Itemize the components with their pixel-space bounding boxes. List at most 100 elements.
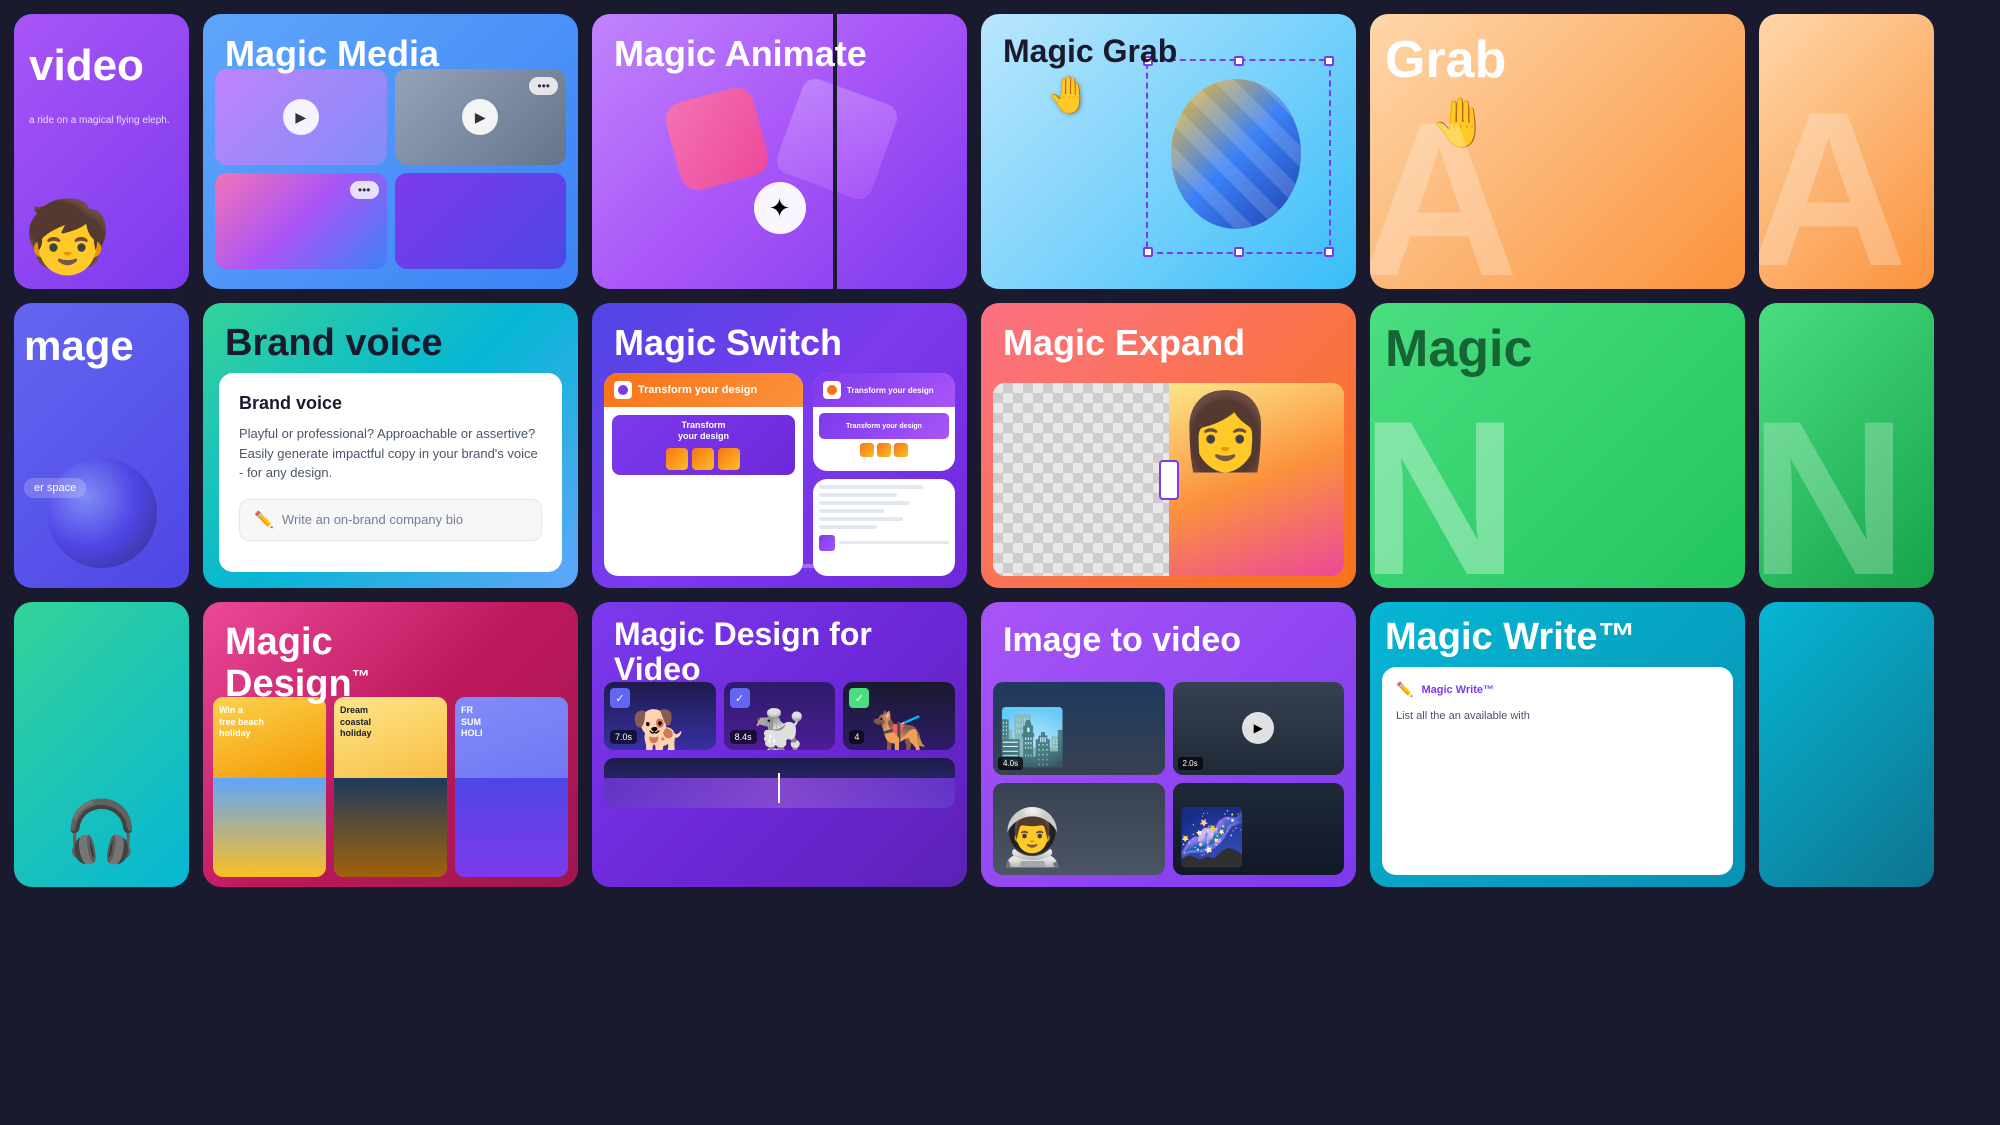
selection-box — [1146, 59, 1331, 254]
card-magic-design[interactable]: MagicDesign™ Win a free beach holiday Dr… — [203, 602, 578, 887]
brand-voice-content: Brand voice Playful or professional? App… — [219, 373, 562, 572]
video-partial-title: video — [29, 44, 144, 88]
itv-thumb-space: 🌌 — [1173, 783, 1345, 876]
grab-big-letter: A — [1370, 89, 1519, 289]
switch-panel-1-header: Transform your design — [604, 373, 803, 407]
itv-thumb-play: ▶ 2.0s — [1173, 682, 1345, 775]
itv-thumb-city: 🏙️ 4.0s — [993, 682, 1165, 775]
video-partial-subtitle: a ride on a magical flying eleph. — [29, 114, 179, 128]
switch-panel-1-body: Transformyour design — [604, 407, 803, 576]
expand-right: 👩 — [1169, 383, 1345, 576]
card-magic-expand[interactable]: Magic Expand 👩 — [981, 303, 1356, 588]
image-badge: er space — [24, 478, 86, 498]
magic-grab-title: Magic Grab — [1003, 34, 1177, 69]
switch-panel-1: Transform your design Transformyour desi… — [604, 373, 803, 576]
card-magic-animate[interactable]: Magic Animate ✦ — [592, 14, 967, 289]
animate-shape-1 — [662, 84, 772, 194]
card-magic-grab[interactable]: Magic Grab 🤚 — [981, 14, 1356, 289]
switch-panel-2-body: Transform your design — [813, 407, 955, 463]
card-image-partial[interactable]: mage er space — [14, 303, 189, 588]
magic-design-title: MagicDesign™ — [225, 622, 370, 706]
dv-timer-2: 8.4s — [730, 730, 757, 744]
magic-right2-letter: N — [1370, 388, 1519, 588]
dog-figure-1: 🐕 — [632, 707, 688, 750]
switch-preview-1: Transformyour design — [612, 415, 795, 475]
write-body-text: List all the an available with — [1396, 708, 1719, 725]
play-btn-1[interactable]: ▶ — [283, 99, 319, 135]
beach-img — [213, 778, 326, 877]
card-row2-col6: N — [1759, 303, 1934, 588]
card-row3-col6 — [1759, 602, 1934, 887]
switch-preview-text-1: Transformyour design — [666, 420, 740, 470]
card-video-partial[interactable]: video a ride on a magical flying eleph. … — [14, 14, 189, 289]
switch-panel-3 — [813, 479, 955, 577]
more-btn-1[interactable]: ••• — [529, 77, 558, 95]
switch-progress-fill — [614, 564, 746, 568]
grab-cursor-icon: 🤚 — [1046, 74, 1091, 116]
dv-timer-1: 7.0s — [610, 730, 637, 744]
magic-write-title: Magic Write™ — [1370, 617, 1745, 659]
media-grid: ▶ ••• ▶ ••• ••• — [215, 69, 566, 277]
card-gradient-partial[interactable]: 🎧 — [14, 602, 189, 887]
expand-woman-figure: 👩 — [1179, 388, 1272, 476]
switch-panel-1-title: Transform your design — [638, 384, 757, 396]
dv-thumb-1: ✓ 🐕 7.0s — [604, 682, 716, 750]
card-magic-write[interactable]: Magic Write™ ✏️ Magic Write™ List all th… — [1370, 602, 1745, 887]
switch-panel-2-header: Transform your design — [813, 373, 955, 407]
gradient-icon: 🎧 — [64, 796, 139, 867]
itv-timer-2: 2.0s — [1178, 757, 1203, 770]
write-header: ✏️ Magic Write™ — [1396, 681, 1719, 698]
space-icon: 🌌 — [1178, 805, 1246, 870]
bv-subtitle: Brand voice — [239, 393, 542, 414]
dog-figure-2: 🐩 — [751, 707, 807, 750]
dv-thumb-2: ✓ 🐩 8.4s — [724, 682, 836, 750]
dv-timer-3: 4 — [849, 730, 864, 744]
card-image-to-video[interactable]: Image to video 🏙️ 4.0s ▶ 2.0s 👨‍🚀 🌌 — [981, 602, 1356, 887]
switch-panel-2: Transform your design Transform your des… — [813, 373, 955, 471]
dv-waveform-row — [604, 758, 955, 808]
write-inner: ✏️ Magic Write™ List all the an availabl… — [1382, 667, 1733, 875]
dv-check-1: ✓ — [610, 688, 630, 708]
card-magic-switch[interactable]: Magic Switch Transform your design Trans… — [592, 303, 967, 588]
magic-media-title: Magic Media — [225, 34, 439, 74]
image-partial-title: mage — [24, 323, 134, 369]
expand-checkerboard — [993, 383, 1169, 576]
more-btn-2[interactable]: ••• — [350, 181, 379, 199]
dv-playhead — [778, 773, 780, 803]
design-thumb-1: Win a free beach holiday — [213, 697, 326, 877]
expand-handle[interactable] — [1159, 460, 1179, 500]
switch-logo-2 — [823, 381, 841, 399]
itv-inner: 🏙️ 4.0s ▶ 2.0s 👨‍🚀 🌌 — [993, 682, 1344, 875]
image-sphere — [47, 458, 157, 568]
handle-tr — [1324, 56, 1334, 66]
handle-t — [1234, 56, 1244, 66]
handle-bl — [1143, 247, 1153, 257]
image-to-video-title: Image to video — [1003, 622, 1241, 659]
handle-b — [1234, 247, 1244, 257]
bv-input-field[interactable]: ✏️ Write an on-brand company bio — [239, 499, 542, 541]
summer-img — [455, 778, 568, 877]
itv-thumb-astronaut: 👨‍🚀 — [993, 783, 1165, 876]
card-magic-design-video[interactable]: Magic Design for Video ✓ 🐕 7.0s ✓ 🐩 8.4s… — [592, 602, 967, 887]
magic-switch-title: Magic Switch — [614, 323, 842, 363]
play-btn-2[interactable]: ▶ — [462, 99, 498, 135]
bv-placeholder: Write an on-brand company bio — [282, 512, 463, 527]
card-magic-right2[interactable]: Magic N — [1370, 303, 1745, 588]
itv-play-button[interactable]: ▶ — [1242, 712, 1274, 744]
bv-wand-icon: ✏️ — [254, 510, 274, 530]
write-wand-icon: ✏️ — [1396, 681, 1413, 698]
magic-animate-title: Magic Animate — [614, 34, 867, 74]
switch-panel-2-title: Transform your design — [847, 386, 934, 395]
card-magic-media[interactable]: Magic Media ▶ ••• ▶ ••• ••• — [203, 14, 578, 289]
media-thumb-4 — [395, 173, 567, 269]
switch-panel-3-footer — [813, 535, 955, 557]
magic-design-video-title: Magic Design for Video — [614, 617, 967, 687]
card-brand-voice[interactable]: Brand voice Brand voice Playful or profe… — [203, 303, 578, 588]
dog-figure-3: 🐕‍🦺 — [871, 707, 927, 750]
design-thumb-3-text: FR SUM HOLI — [455, 697, 568, 748]
card-row1-col6: A — [1759, 14, 1934, 289]
dv-thumb-3: ✓ 🐕‍🦺 4 — [843, 682, 955, 750]
switch-progress-bar — [614, 564, 945, 568]
card-grab-partial[interactable]: 🤚 Grab A — [1370, 14, 1745, 289]
main-grid: video a ride on a magical flying eleph. … — [0, 0, 2000, 1125]
